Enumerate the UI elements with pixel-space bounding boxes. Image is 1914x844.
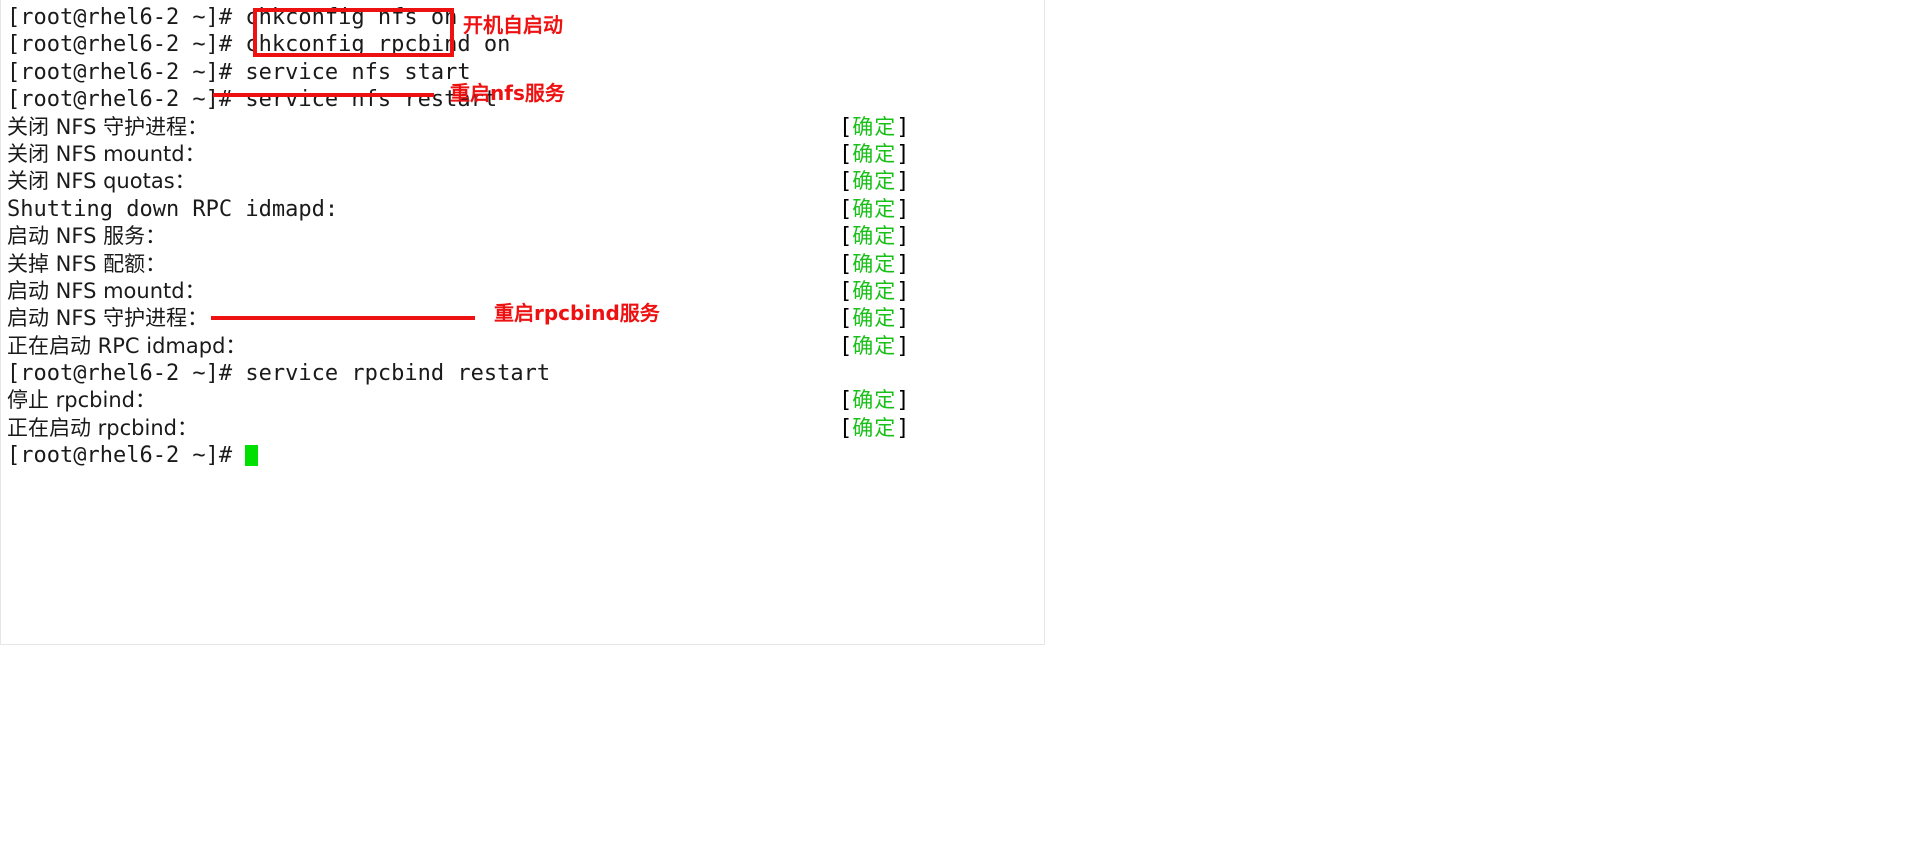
terminal-line: [root@rhel6-2 ~]# service rpcbind restar… bbox=[7, 360, 1042, 387]
bracket-close: ] bbox=[896, 306, 910, 332]
status-badge: [确定] bbox=[839, 196, 910, 223]
bracket-close: ] bbox=[896, 388, 910, 414]
bracket-open: [ bbox=[839, 114, 853, 140]
annotation-autostart: 开机自启动 bbox=[463, 13, 563, 37]
terminal-line: 启动 NFS 服务： [确定] bbox=[7, 223, 1042, 250]
command-text: chkconfig nfs on bbox=[245, 5, 458, 30]
output-text: 正在启动 rpcbind： bbox=[7, 415, 198, 440]
bracket-close: ] bbox=[896, 169, 910, 195]
bracket-close: ] bbox=[896, 114, 910, 140]
bracket-close: ] bbox=[896, 333, 910, 359]
bracket-open: [ bbox=[839, 333, 853, 359]
output-text: 启动 NFS 守护进程： bbox=[7, 306, 209, 331]
shell-prompt: [root@rhel6-2 ~]# bbox=[7, 361, 246, 387]
status-ok-label: 确定 bbox=[852, 141, 897, 166]
terminal-line-text: [root@rhel6-2 ~]# chkconfig nfs on bbox=[7, 4, 457, 31]
bracket-open: [ bbox=[839, 251, 853, 277]
bracket-open: [ bbox=[839, 224, 853, 250]
bracket-open: [ bbox=[839, 388, 853, 414]
output-text: 启动 NFS mountd： bbox=[7, 278, 206, 303]
status-ok-label: 确定 bbox=[852, 333, 897, 358]
bracket-close: ] bbox=[896, 141, 910, 167]
terminal-line: 关掉 NFS 配额： [确定] bbox=[7, 251, 1042, 278]
shell-prompt: [root@rhel6-2 ~]# bbox=[7, 443, 246, 469]
bracket-close: ] bbox=[896, 278, 910, 304]
bracket-open: [ bbox=[839, 306, 853, 332]
output-text: 关掉 NFS 配额： bbox=[7, 251, 167, 276]
bracket-open: [ bbox=[839, 169, 853, 195]
annotation-restart-nfs: 重启nfs服务 bbox=[450, 81, 565, 105]
status-ok-label: 确定 bbox=[852, 306, 897, 331]
status-badge: [确定] bbox=[839, 415, 910, 442]
bracket-open: [ bbox=[839, 278, 853, 304]
output-text: 关闭 NFS quotas： bbox=[7, 169, 196, 194]
terminal-line: 关闭 NFS quotas： [确定] bbox=[7, 168, 1042, 195]
terminal-line: 关闭 NFS 守护进程： [确定] bbox=[7, 114, 1042, 141]
terminal-line-text: [root@rhel6-2 ~]# chkconfig rpcbind on bbox=[7, 31, 510, 58]
bracket-close: ] bbox=[896, 224, 910, 250]
shell-prompt: [root@rhel6-2 ~]# bbox=[7, 5, 246, 30]
output-text: 启动 NFS 服务： bbox=[7, 224, 167, 249]
terminal-line: 正在启动 rpcbind： [确定] bbox=[7, 415, 1042, 442]
shell-prompt: [root@rhel6-2 ~]# bbox=[7, 59, 246, 85]
status-ok-label: 确定 bbox=[852, 224, 897, 249]
shell-prompt: [root@rhel6-2 ~]# bbox=[7, 32, 246, 58]
annotation-restart-rpcbind: 重启rpcbind服务 bbox=[494, 301, 660, 325]
output-text: Shutting down RPC idmapd: bbox=[7, 196, 339, 222]
terminal-line: Shutting down RPC idmapd: [确定] bbox=[7, 196, 1042, 223]
bracket-close: ] bbox=[896, 196, 910, 222]
terminal-line: 关闭 NFS mountd： [确定] bbox=[7, 141, 1042, 168]
status-ok-label: 确定 bbox=[852, 169, 897, 194]
screenshot-root: [root@rhel6-2 ~]# chkconfig nfs on [root… bbox=[0, 0, 1914, 844]
underline-service-rpcbind-restart bbox=[211, 316, 475, 320]
status-badge: [确定] bbox=[839, 223, 910, 250]
status-ok-label: 确定 bbox=[852, 415, 897, 440]
status-badge: [确定] bbox=[839, 168, 910, 195]
status-badge: [确定] bbox=[839, 387, 910, 414]
shell-prompt: [root@rhel6-2 ~]# bbox=[7, 87, 246, 113]
underline-service-nfs-restart bbox=[213, 93, 434, 97]
status-ok-label: 确定 bbox=[852, 278, 897, 303]
status-badge: [确定] bbox=[839, 141, 910, 168]
bracket-open: [ bbox=[839, 141, 853, 167]
command-text: service nfs start bbox=[245, 59, 471, 85]
status-badge: [确定] bbox=[839, 278, 910, 305]
bracket-close: ] bbox=[896, 251, 910, 277]
terminal-line-text: [root@rhel6-2 ~]# service rpcbind restar… bbox=[7, 360, 550, 387]
bracket-open: [ bbox=[839, 196, 853, 222]
terminal-line: 停止 rpcbind： [确定] bbox=[7, 387, 1042, 414]
output-text: 停止 rpcbind： bbox=[7, 388, 156, 413]
status-badge: [确定] bbox=[839, 114, 910, 141]
status-badge: [确定] bbox=[839, 333, 910, 360]
status-badge: [确定] bbox=[839, 251, 910, 278]
status-ok-label: 确定 bbox=[852, 251, 897, 276]
terminal-line[interactable]: [root@rhel6-2 ~]# bbox=[7, 442, 1042, 469]
terminal-line-text: [root@rhel6-2 ~]# service nfs start bbox=[7, 59, 471, 86]
command-text: service rpcbind restart bbox=[245, 361, 551, 387]
status-ok-label: 确定 bbox=[852, 196, 897, 221]
bracket-open: [ bbox=[839, 415, 853, 441]
status-ok-label: 确定 bbox=[852, 388, 897, 413]
terminal-line: 正在启动 RPC idmapd： [确定] bbox=[7, 333, 1042, 360]
status-ok-label: 确定 bbox=[852, 114, 897, 139]
output-text: 关闭 NFS 守护进程： bbox=[7, 114, 209, 139]
terminal-line-text: [root@rhel6-2 ~]# bbox=[7, 442, 259, 469]
output-text: 关闭 NFS mountd： bbox=[7, 141, 206, 166]
status-badge: [确定] bbox=[839, 305, 910, 332]
bracket-close: ] bbox=[896, 415, 910, 441]
text-cursor bbox=[245, 445, 259, 467]
terminal-line-text: [root@rhel6-2 ~]# service nfs restart bbox=[7, 86, 497, 113]
output-text: 正在启动 RPC idmapd： bbox=[7, 333, 247, 358]
